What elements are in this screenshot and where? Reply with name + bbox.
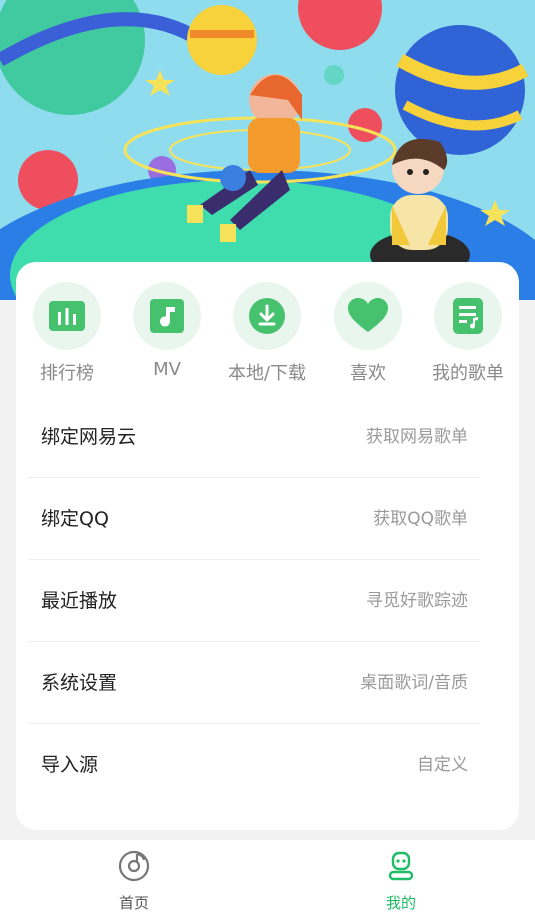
list-item-bind-netease[interactable]: 绑定网易云 获取网易歌单 — [28, 396, 480, 478]
download-icon — [249, 298, 285, 334]
list-item-title: 导入源 — [41, 754, 99, 776]
list-item-title: 绑定QQ — [41, 508, 109, 530]
quick-action-label: 我的歌单 — [432, 363, 504, 384]
list-item-subtitle: 获取QQ歌单 — [373, 509, 468, 529]
list-item-subtitle: 自定义 — [417, 755, 468, 775]
quick-action-circle — [233, 282, 301, 350]
list-item-system-settings[interactable]: 系统设置 桌面歌词/音质 — [28, 642, 480, 724]
main-card: 排行榜 MV 本地/下载 喜欢 我的歌单 绑定网易云 获取网易歌单 绑定QQ 获… — [16, 262, 519, 830]
disc-icon — [118, 850, 150, 882]
tab-home[interactable]: 首页 — [74, 840, 194, 915]
quick-action-mv[interactable]: MV — [117, 282, 217, 380]
list-item-subtitle: 获取网易歌单 — [366, 427, 468, 447]
list-item-bind-qq[interactable]: 绑定QQ 获取QQ歌单 — [28, 478, 480, 560]
quick-action-circle — [133, 282, 201, 350]
list-item-recent-play[interactable]: 最近播放 寻觅好歌踪迹 — [28, 560, 480, 642]
user-icon — [388, 851, 414, 881]
heart-icon — [348, 298, 388, 332]
list-item-subtitle: 桌面歌词/音质 — [360, 673, 468, 693]
music-note-icon — [150, 299, 184, 333]
list-item-title: 系统设置 — [41, 672, 118, 694]
tab-label: 首页 — [118, 894, 149, 912]
chart-bars-icon — [49, 301, 85, 331]
space-illustration — [0, 0, 535, 300]
quick-action-circle — [334, 282, 402, 350]
quick-action-circle — [434, 282, 502, 350]
bottom-navigation: 首页 我的 — [0, 840, 535, 915]
quick-action-label: 喜欢 — [350, 363, 386, 384]
quick-action-label: 排行榜 — [40, 363, 94, 384]
quick-action-like[interactable]: 喜欢 — [318, 282, 418, 385]
quick-action-ranking[interactable]: 排行榜 — [17, 282, 117, 385]
quick-action-label: 本地/下载 — [227, 363, 307, 384]
playlist-icon — [453, 298, 483, 334]
list-item-import-source[interactable]: 导入源 自定义 — [28, 724, 480, 806]
quick-action-local-download[interactable]: 本地/下载 — [217, 282, 317, 385]
list-item-subtitle: 寻觅好歌踪迹 — [366, 591, 468, 611]
tab-me[interactable]: 我的 — [341, 840, 461, 915]
settings-list: 绑定网易云 获取网易歌单 绑定QQ 获取QQ歌单 最近播放 寻觅好歌踪迹 系统设… — [28, 396, 480, 806]
quick-action-circle — [33, 282, 101, 350]
quick-action-my-playlist[interactable]: 我的歌单 — [418, 282, 518, 385]
list-item-title: 最近播放 — [41, 590, 118, 612]
tab-label: 我的 — [385, 894, 416, 912]
quick-actions: 排行榜 MV 本地/下载 喜欢 我的歌单 — [16, 282, 519, 385]
header-banner — [0, 0, 535, 300]
list-item-title: 绑定网易云 — [41, 426, 137, 448]
quick-action-label: MV — [153, 359, 181, 380]
